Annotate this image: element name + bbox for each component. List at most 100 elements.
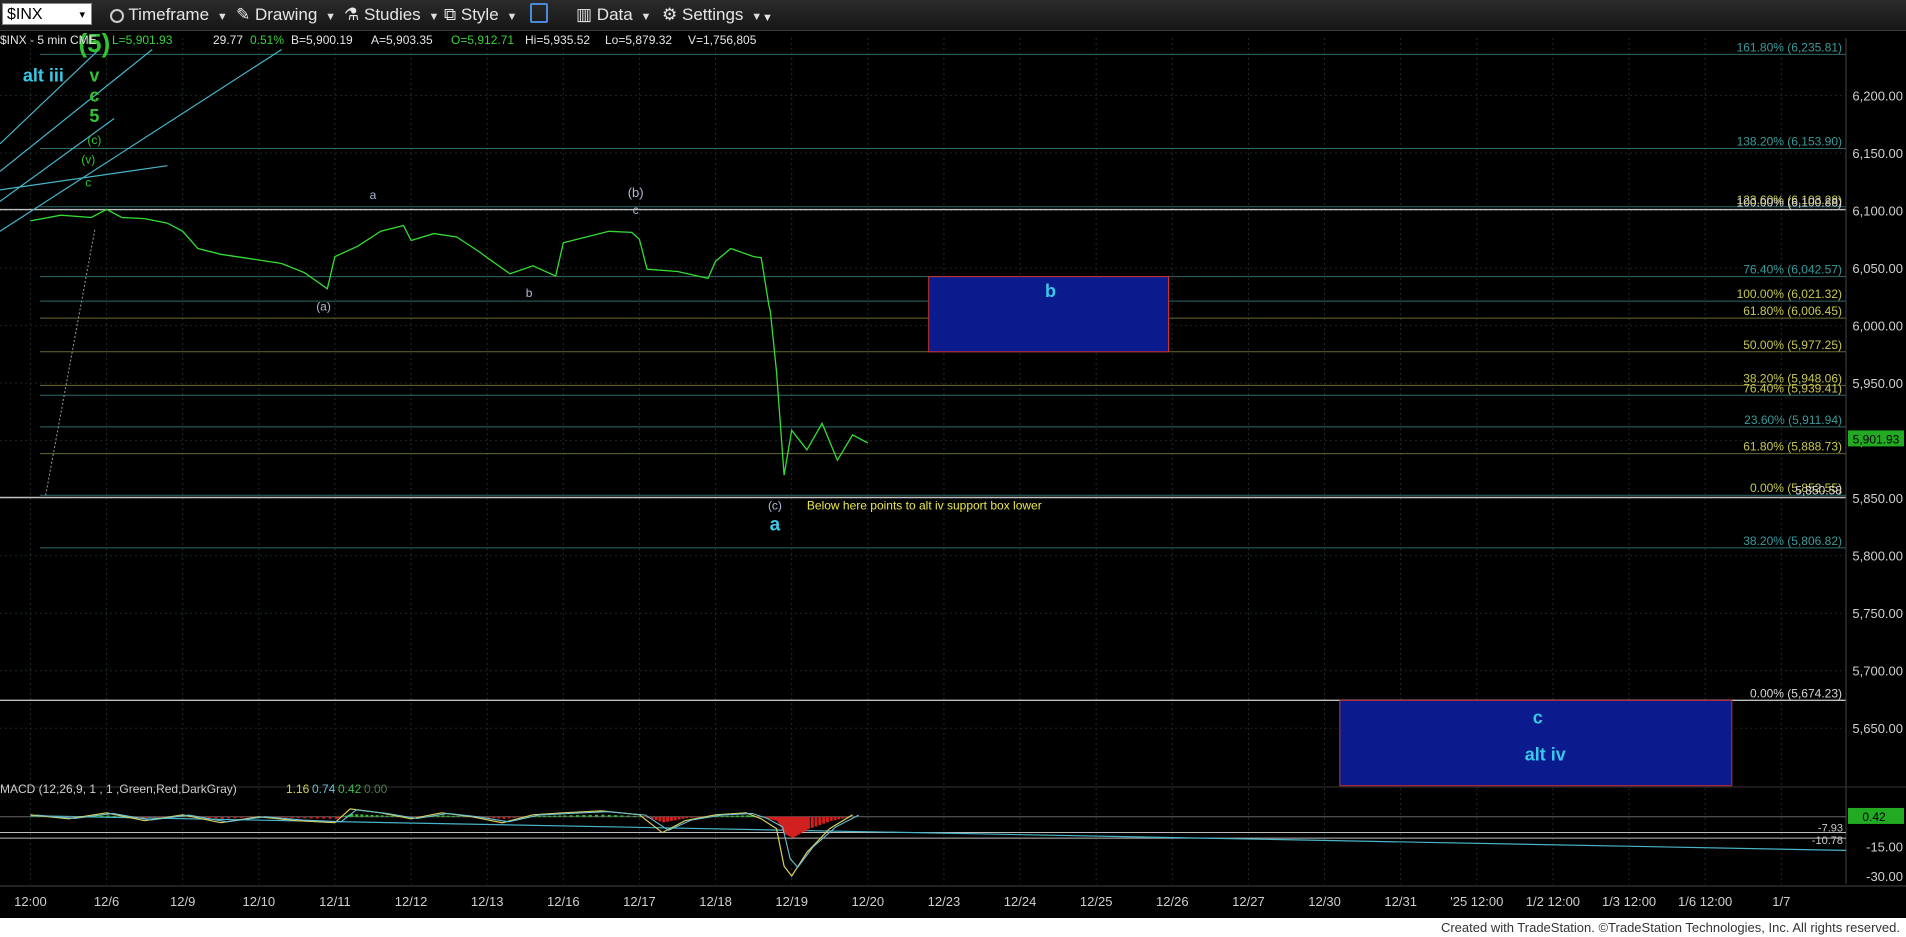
- macd-hist-bar: [220, 816, 224, 819]
- macd-hist-bar: [284, 816, 288, 818]
- x-tick-label[interactable]: 12/27: [1232, 894, 1265, 909]
- y-tick-label[interactable]: 6,000.00: [1852, 319, 1903, 334]
- box-b-label: b: [1045, 281, 1056, 301]
- x-tick-label[interactable]: 12/30: [1308, 894, 1341, 909]
- y-tick-label[interactable]: 5,950.00: [1852, 376, 1903, 391]
- x-tick-label[interactable]: 1/7: [1772, 894, 1790, 909]
- macd-hist-bar: [677, 816, 681, 820]
- layout-button[interactable]: [530, 3, 548, 23]
- chart-area[interactable]: 161.80% (6,235.81)138.20% (6,153.90)123.…: [0, 31, 1906, 918]
- y-tick-label[interactable]: 5,700.00: [1852, 664, 1903, 679]
- macd-hist-bar: [666, 816, 670, 822]
- y-tick-label[interactable]: 6,100.00: [1852, 204, 1903, 219]
- fib-level-label: 5,850.58: [1795, 483, 1842, 497]
- symbol-value: $INX: [7, 6, 43, 23]
- macd-hist-bar: [626, 815, 630, 817]
- y-tick-label[interactable]: 5,850.00: [1852, 491, 1903, 506]
- y-tick-label[interactable]: 6,150.00: [1852, 146, 1903, 161]
- x-tick-label[interactable]: 12/11: [319, 894, 351, 909]
- last-price-label: 5,901.93: [1853, 432, 1900, 446]
- macd-hist-bar: [380, 815, 384, 817]
- x-tick-label[interactable]: 12/19: [775, 894, 808, 909]
- timeframe-menu[interactable]: Timeframe ▼: [110, 5, 228, 25]
- macd-hist-bar: [441, 815, 445, 817]
- macd-hist-bar: [633, 815, 637, 817]
- x-tick-label[interactable]: 12/9: [170, 894, 195, 909]
- x-tick-label[interactable]: 12/16: [547, 894, 580, 909]
- drawing-menu[interactable]: ✎ Drawing ▼: [236, 5, 336, 25]
- macd-hist-bar: [620, 815, 624, 817]
- macd-hist-bar: [360, 814, 364, 817]
- macd-hist-bar: [68, 816, 72, 818]
- y-tick-label[interactable]: 5,650.00: [1852, 721, 1903, 736]
- macd-hist-bar: [833, 816, 837, 821]
- x-tick-label[interactable]: 12:00: [14, 894, 47, 909]
- x-tick-label[interactable]: 1/6 12:00: [1678, 894, 1732, 909]
- wave-a-paren-label: (a): [316, 300, 331, 314]
- channel-line: [0, 118, 115, 202]
- macd-y-tick-label: -15.00: [1866, 839, 1903, 854]
- studies-menu[interactable]: ⚗ Studies ▼: [344, 5, 439, 25]
- x-tick-label[interactable]: 12/24: [1004, 894, 1037, 909]
- macd-value: 0.74: [312, 782, 336, 796]
- fib-level-label: 100.00% (6,021.32): [1737, 287, 1842, 301]
- data-menu[interactable]: ▥ Data ▼: [576, 5, 651, 25]
- macd-hist-bar: [322, 816, 326, 819]
- style-icon: ⧉: [444, 5, 457, 24]
- toolbar: $INX ▾ Timeframe ▼ ✎ Drawing ▼ ⚗ Studies…: [0, 0, 1906, 31]
- time-axis[interactable]: 12:00 12/6 12/9 12/10 12/11 12/12 12/13 12/16 12…: [0, 885, 1906, 909]
- macd-hist-bar: [690, 816, 694, 818]
- macd-hist-bar: [553, 815, 557, 817]
- macd-hist-bar: [157, 816, 161, 818]
- style-menu[interactable]: ⧉ Style ▼: [444, 5, 517, 25]
- x-tick-label[interactable]: 12/26: [1156, 894, 1189, 909]
- macd-hist-bar: [558, 815, 562, 817]
- macd-hist-bar: [837, 816, 841, 820]
- settings-menu[interactable]: ⚙ Settings ▼: [662, 5, 762, 25]
- header-field: Hi=5,935.52: [525, 33, 590, 47]
- macd-hist-bar: [814, 816, 818, 827]
- header-field: B=5,900.19: [291, 33, 353, 47]
- x-tick-label[interactable]: 1/3 12:00: [1602, 894, 1656, 909]
- macd-hist-bar: [607, 814, 611, 817]
- header-field: L=5,901.93: [112, 33, 173, 47]
- x-tick-label[interactable]: 12/23: [928, 894, 961, 909]
- x-tick-label[interactable]: 12/10: [243, 894, 276, 909]
- macd-hist-bar: [370, 814, 374, 817]
- macd-hist-bar: [100, 815, 104, 817]
- x-tick-label[interactable]: 1/2 12:00: [1526, 894, 1580, 909]
- x-tick-label[interactable]: 12/12: [395, 894, 428, 909]
- macd-hist-bar: [725, 815, 729, 817]
- timeframe-label: Timeframe: [128, 5, 210, 24]
- x-tick-label[interactable]: 12/18: [699, 894, 732, 909]
- header-field: $INX - 5 min CME: [0, 33, 97, 47]
- x-tick-label[interactable]: 12/31: [1384, 894, 1417, 909]
- header-field: 0.51%: [250, 33, 284, 47]
- x-tick-label[interactable]: 12/6: [94, 894, 119, 909]
- x-tick-label[interactable]: 12/20: [852, 894, 885, 909]
- fib-level-label: 76.40% (6,042.57): [1743, 263, 1842, 277]
- chevron-down-icon[interactable]: ▾: [79, 4, 85, 26]
- trendlines: [0, 48, 282, 496]
- price-axis[interactable]: 6,200.00 6,150.00 6,100.00 6,050.00 6,000.00…: [1845, 38, 1904, 884]
- x-tick-label[interactable]: '25 12:00: [1450, 894, 1503, 909]
- overflow-caret[interactable]: ▼: [762, 8, 773, 28]
- header-field: 29.77: [213, 33, 243, 47]
- y-tick-label[interactable]: 5,750.00: [1852, 606, 1903, 621]
- macd-hist-bar: [385, 815, 389, 817]
- x-tick-label[interactable]: 12/13: [471, 894, 504, 909]
- x-tick-label[interactable]: 12/17: [623, 894, 656, 909]
- macd-hist-bar: [673, 816, 677, 821]
- layout-icon: [530, 3, 548, 23]
- y-tick-label[interactable]: 6,050.00: [1852, 261, 1903, 276]
- x-tick-label[interactable]: 12/25: [1080, 894, 1113, 909]
- chevron-down-icon: ▼: [748, 11, 763, 23]
- symbol-input[interactable]: $INX ▾: [2, 3, 92, 25]
- flask-icon: ⚗: [344, 5, 360, 24]
- wave-5-small-label: 5: [89, 106, 99, 126]
- wave-annotations: alt iii(5)vc5(c)(v)ca (b)c(a)b(c)aBelow h…: [23, 31, 1566, 764]
- macd-hist-bar: [436, 815, 440, 817]
- y-tick-label[interactable]: 5,800.00: [1852, 549, 1903, 564]
- macd-title: MACD (12,26,9, 1 , 1 ,Green,Red,DarkGray…: [0, 782, 237, 796]
- y-tick-label[interactable]: 6,200.00: [1852, 89, 1903, 104]
